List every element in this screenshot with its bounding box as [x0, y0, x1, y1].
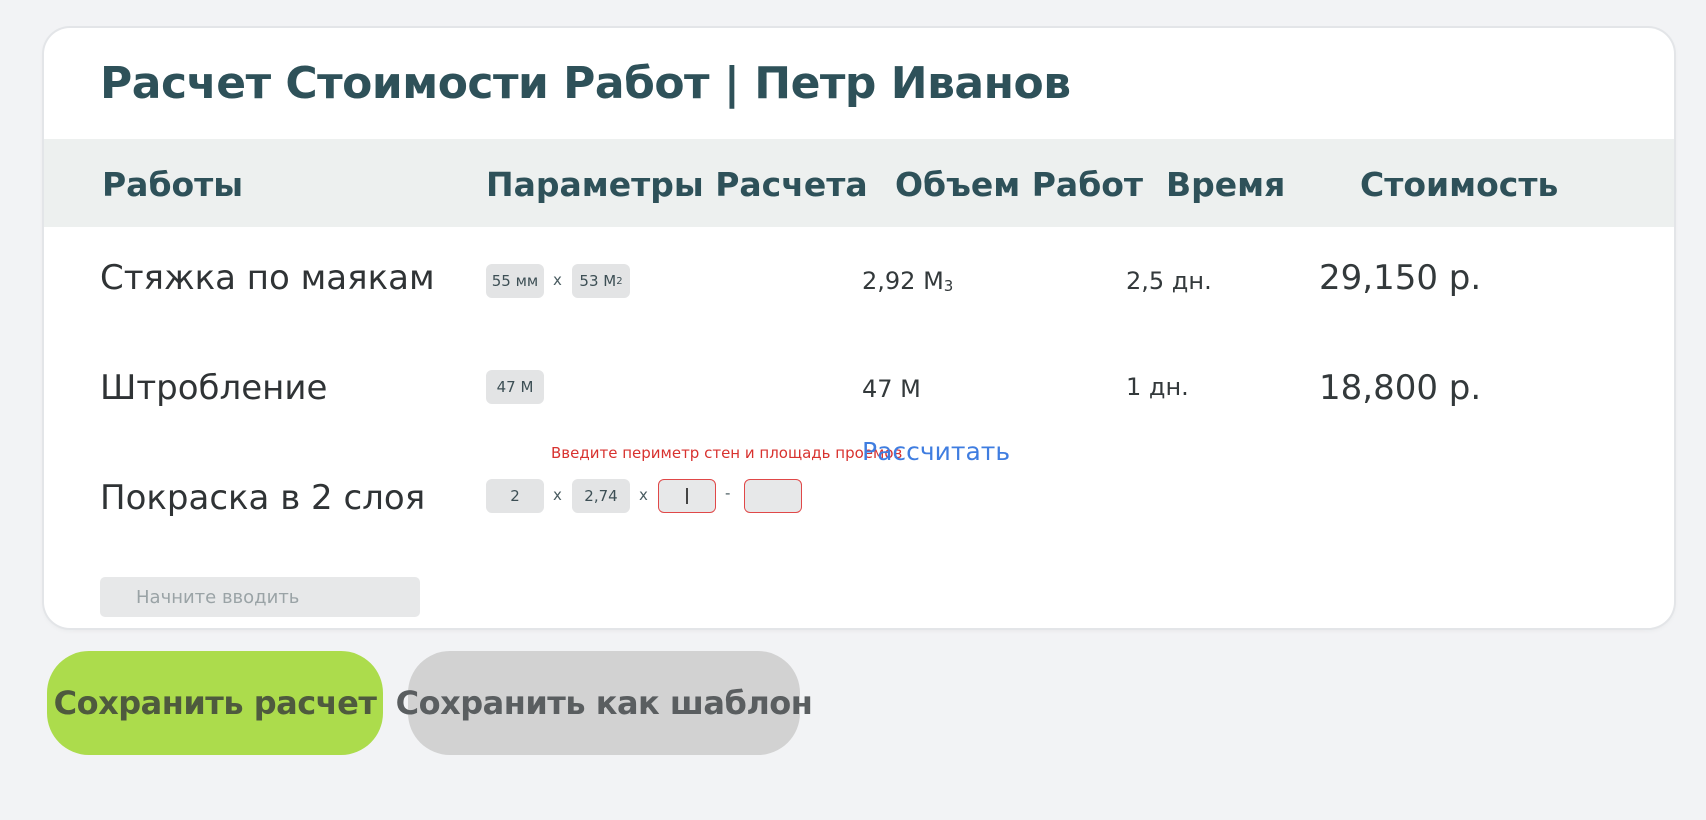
- page-title: Расчет Стоимости Работ | Петр Иванов: [100, 58, 1071, 109]
- column-header-works: Работы: [102, 165, 244, 204]
- work-time: 2,5 дн.: [1126, 267, 1212, 295]
- unit-subscript: 3: [943, 277, 954, 295]
- param-height-chip[interactable]: 2,74: [572, 479, 630, 513]
- work-volume: 2,92 М3: [862, 267, 953, 295]
- calculation-card: Расчет Стоимости Работ | Петр Иванов Раб…: [44, 28, 1674, 628]
- work-price: 29,150 р.: [1319, 258, 1482, 298]
- param-length-chip[interactable]: 47 М: [486, 370, 544, 404]
- volume-value: 2,92 М: [862, 267, 944, 295]
- column-header-cost: Стоимость: [1360, 165, 1559, 204]
- minus-operator: -: [725, 484, 731, 502]
- work-time: 1 дн.: [1126, 373, 1189, 401]
- param-layers-chip[interactable]: 2: [486, 479, 544, 513]
- column-header-time: Время: [1166, 165, 1286, 204]
- multiply-operator: x: [553, 486, 562, 504]
- calculate-link[interactable]: Рассчитать: [862, 437, 1010, 466]
- work-search-input[interactable]: [100, 577, 420, 617]
- multiply-operator: x: [639, 486, 648, 504]
- param-thickness-chip[interactable]: 55 мм: [486, 264, 544, 298]
- param-value: 2: [510, 487, 520, 505]
- openings-area-input[interactable]: [744, 479, 802, 513]
- param-value: 47 М: [496, 378, 534, 396]
- perimeter-input[interactable]: [658, 479, 716, 513]
- multiply-operator: x: [553, 271, 562, 289]
- param-value: 55 мм: [491, 272, 539, 290]
- column-header-volume: Объем Работ: [895, 165, 1144, 204]
- work-volume: 47 М: [862, 375, 921, 403]
- text-cursor-icon: [686, 488, 688, 504]
- param-value: 2,74: [584, 487, 618, 505]
- unit-subscript: 2: [616, 275, 623, 287]
- save-calculation-button[interactable]: Сохранить расчет: [47, 651, 383, 755]
- save-as-template-button[interactable]: Сохранить как шаблон: [396, 651, 813, 755]
- column-header-params: Параметры Расчета: [486, 165, 868, 204]
- work-name: Штробление: [100, 368, 328, 408]
- work-name: Покраска в 2 слоя: [100, 478, 426, 518]
- param-area-chip[interactable]: 53 М2: [572, 264, 630, 298]
- work-price: 18,800 р.: [1319, 368, 1482, 408]
- work-name: Стяжка по маякам: [100, 258, 435, 298]
- table-header: Работы Параметры Расчета Объем Работ Вре…: [44, 139, 1674, 227]
- param-value: 53 М: [579, 272, 617, 290]
- validation-hint: Введите периметр стен и площадь проемов: [551, 444, 903, 462]
